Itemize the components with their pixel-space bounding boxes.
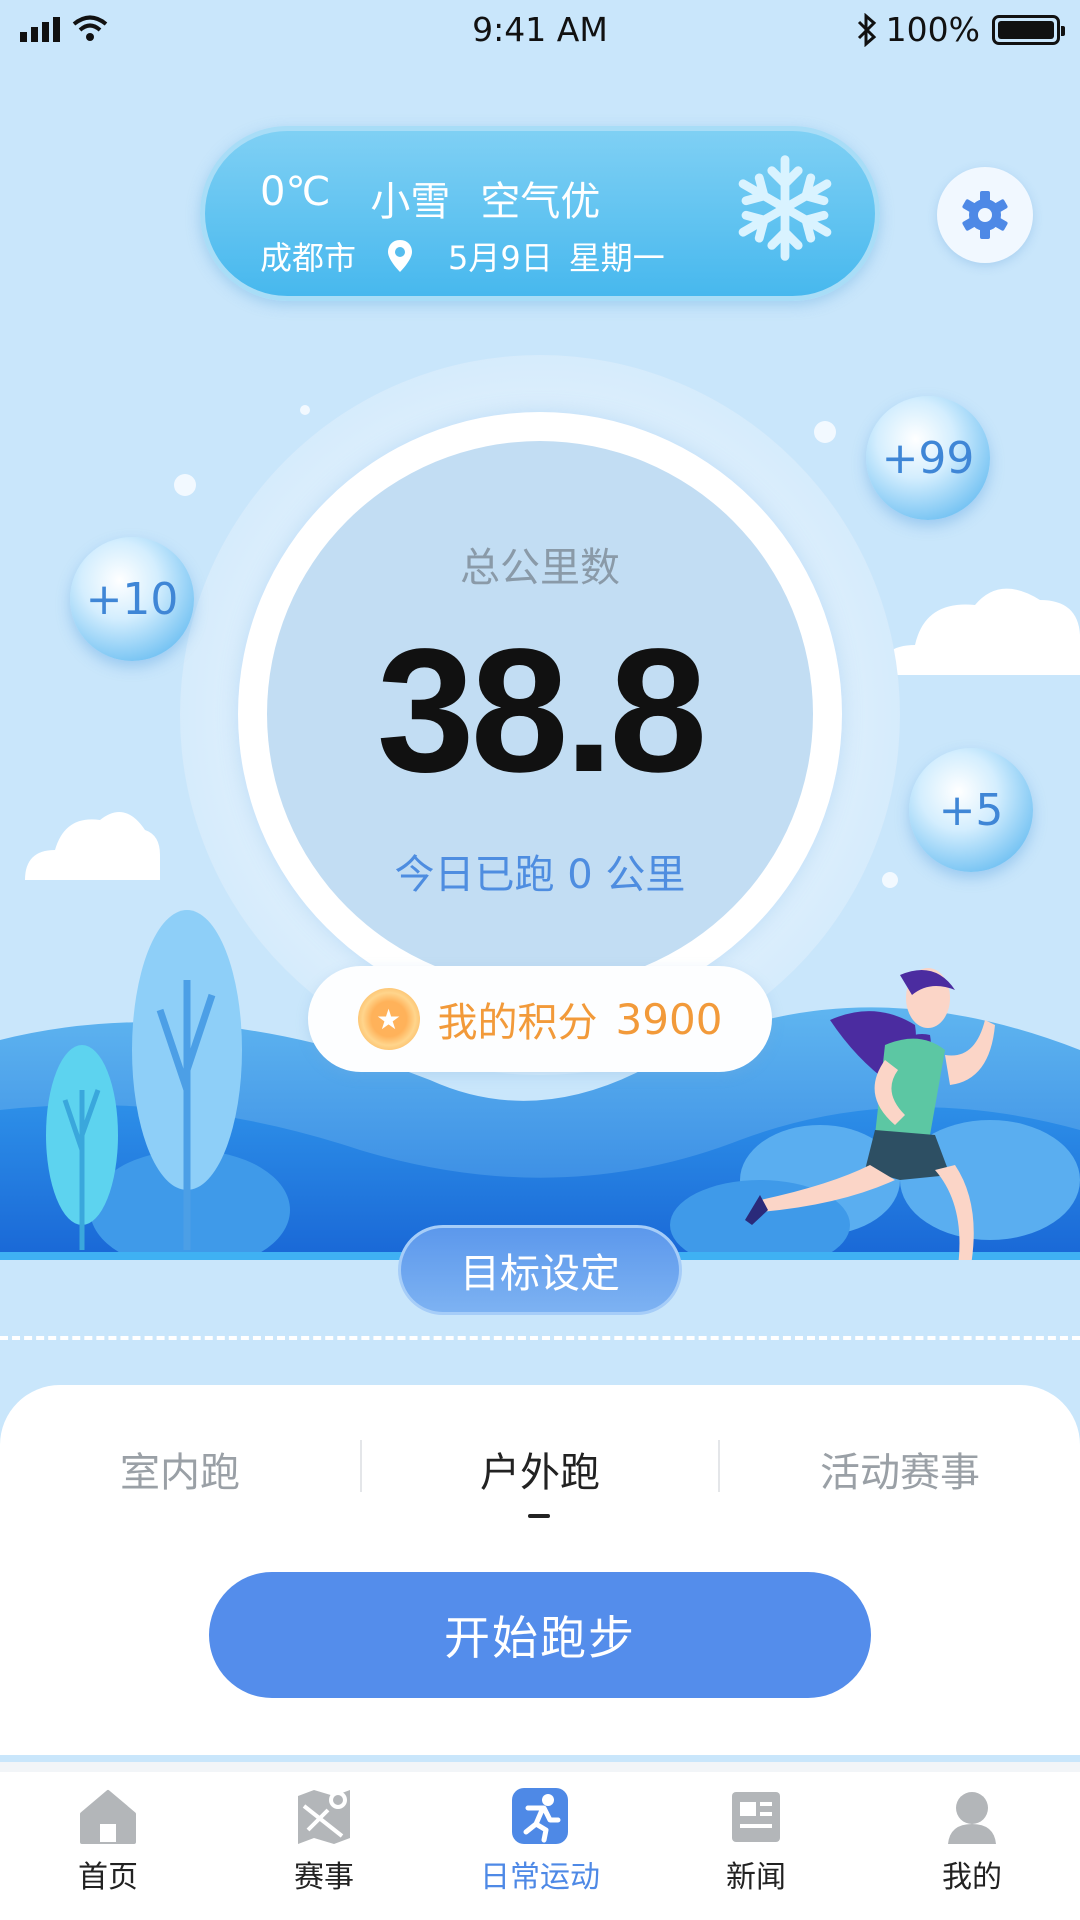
home-icon bbox=[80, 1790, 136, 1844]
weather-city: 成都市 bbox=[260, 239, 357, 277]
my-points-card[interactable]: ★ 我的积分 3900 bbox=[308, 966, 772, 1072]
nav-home[interactable]: 首页 bbox=[0, 1772, 216, 1920]
tab-events[interactable]: 活动赛事 bbox=[750, 1440, 1050, 1498]
status-right: 100% bbox=[856, 10, 1065, 49]
weather-card[interactable]: 0℃ 小雪 空气优 成都市 5月9日 星期一 bbox=[200, 126, 880, 301]
snowflake-icon bbox=[738, 155, 832, 261]
battery-icon bbox=[992, 14, 1065, 45]
points-label: 我的积分 bbox=[437, 1000, 598, 1046]
total-distance-label: 总公里数 bbox=[460, 545, 620, 591]
tab-indoor-run[interactable]: 室内跑 bbox=[30, 1440, 330, 1498]
weather-date: 5月9日 bbox=[448, 239, 553, 277]
status-bar: 9:41 AM 100% bbox=[0, 0, 1080, 60]
tab-divider bbox=[718, 1440, 720, 1492]
map-icon bbox=[298, 1790, 350, 1844]
nav-daily-exercise-label: 日常运动 bbox=[480, 1860, 600, 1895]
points-bubble-5[interactable]: +5 bbox=[909, 748, 1033, 872]
nav-news-label: 新闻 bbox=[726, 1860, 786, 1895]
nav-events-label: 赛事 bbox=[294, 1860, 354, 1895]
goal-setting-button[interactable]: 目标设定 bbox=[398, 1225, 682, 1315]
weather-weekday: 星期一 bbox=[568, 239, 665, 277]
runner-icon bbox=[512, 1788, 568, 1844]
bluetooth-icon bbox=[857, 12, 876, 47]
weather-temperature: 0℃ bbox=[260, 169, 331, 215]
start-running-button[interactable]: 开始跑步 bbox=[209, 1572, 871, 1698]
user-icon bbox=[948, 1792, 996, 1844]
total-distance-value: 38.8 bbox=[376, 613, 708, 809]
points-value: 3900 bbox=[615, 994, 723, 1044]
location-pin-icon bbox=[388, 240, 413, 272]
battery-percent: 100% bbox=[885, 10, 980, 49]
weather-condition: 小雪 bbox=[370, 179, 451, 225]
nav-news[interactable]: 新闻 bbox=[648, 1772, 864, 1920]
points-bubble-99[interactable]: +99 bbox=[866, 396, 990, 520]
nav-home-label: 首页 bbox=[78, 1860, 138, 1895]
bottom-nav: 首页 赛事 日常运动 新闻 我的 bbox=[0, 1762, 1080, 1920]
news-icon bbox=[732, 1792, 780, 1842]
points-bubble-10[interactable]: +10 bbox=[70, 537, 194, 661]
nav-daily-exercise[interactable]: 日常运动 bbox=[432, 1772, 648, 1920]
gear-icon bbox=[962, 191, 1008, 239]
tab-divider bbox=[360, 1440, 362, 1492]
nav-me[interactable]: 我的 bbox=[864, 1772, 1080, 1920]
nav-events[interactable]: 赛事 bbox=[216, 1772, 432, 1920]
weather-air-quality: 空气优 bbox=[480, 179, 601, 225]
nav-me-label: 我的 bbox=[942, 1860, 1002, 1895]
tab-outdoor-run[interactable]: 户外跑 bbox=[390, 1440, 690, 1498]
track-dashed-line bbox=[0, 1336, 1080, 1340]
active-tab-indicator bbox=[528, 1514, 550, 1518]
coin-icon: ★ bbox=[357, 988, 420, 1050]
settings-button[interactable] bbox=[937, 167, 1033, 263]
